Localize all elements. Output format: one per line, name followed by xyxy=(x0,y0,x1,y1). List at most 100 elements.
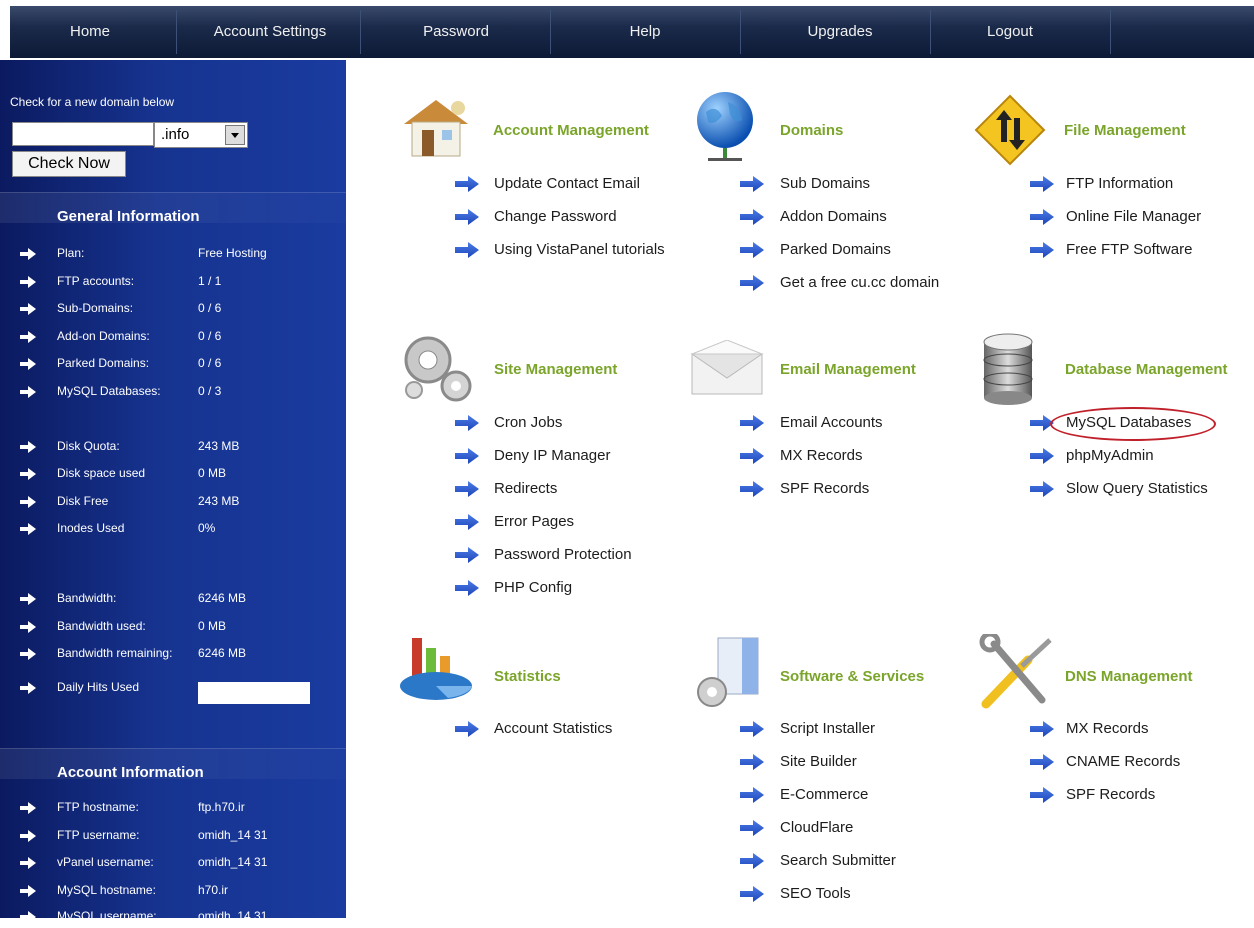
gears-icon[interactable] xyxy=(400,332,474,411)
arrow-icon xyxy=(20,357,36,370)
arrow-icon xyxy=(20,910,36,923)
info-label: Bandwidth remaining: xyxy=(57,646,173,660)
info-value: 0 / 3 xyxy=(198,384,222,398)
section-link[interactable]: CloudFlare xyxy=(780,819,853,836)
section-title[interactable]: Site Management xyxy=(494,361,617,378)
section-link[interactable]: Online File Manager xyxy=(1066,208,1201,225)
info-value: omidh_14 31 xyxy=(198,828,268,842)
database-icon[interactable] xyxy=(980,332,1036,411)
info-label: MySQL hostname: xyxy=(57,883,156,897)
nav-upgrades[interactable]: Upgrades xyxy=(750,6,930,58)
info-value: 243 MB xyxy=(198,439,240,453)
tld-select-value: .info xyxy=(161,126,190,143)
section-link[interactable]: SPF Records xyxy=(1066,786,1155,803)
arrow-icon xyxy=(1030,448,1054,464)
info-label: Bandwidth: xyxy=(57,591,117,605)
section-link[interactable]: Addon Domains xyxy=(780,208,887,225)
section-link[interactable]: MX Records xyxy=(1066,720,1149,737)
section-link[interactable]: phpMyAdmin xyxy=(1066,447,1154,464)
arrow-icon xyxy=(20,801,36,814)
section-title[interactable]: Domains xyxy=(780,122,843,139)
arrow-icon xyxy=(20,467,36,480)
section-link[interactable]: Password Protection xyxy=(494,546,632,563)
section-link[interactable]: MX Records xyxy=(780,447,863,464)
section-link[interactable]: SPF Records xyxy=(780,480,869,497)
section-link[interactable]: Script Installer xyxy=(780,720,875,737)
section-title[interactable]: Email Management xyxy=(780,361,916,378)
section-link[interactable]: FTP Information xyxy=(1066,175,1173,192)
section-link[interactable]: SEO Tools xyxy=(780,885,851,902)
arrow-icon xyxy=(20,681,36,694)
info-value: Free Hosting xyxy=(198,246,267,260)
arrow-icon xyxy=(20,275,36,288)
section-link[interactable]: Parked Domains xyxy=(780,241,891,258)
section-link[interactable]: Using VistaPanel tutorials xyxy=(494,241,665,258)
arrow-icon xyxy=(1030,242,1054,258)
house-icon[interactable] xyxy=(400,94,472,165)
info-value: h70.ir xyxy=(198,883,229,897)
section-link[interactable]: Change Password xyxy=(494,208,617,225)
arrow-icon xyxy=(740,481,764,497)
section-link[interactable]: Free FTP Software xyxy=(1066,241,1192,258)
arrow-icon xyxy=(740,754,764,770)
domain-search-input[interactable] xyxy=(12,122,154,146)
info-value: omidh_14 31 xyxy=(198,855,268,869)
section-link[interactable]: Redirects xyxy=(494,480,557,497)
section-title[interactable]: DNS Management xyxy=(1065,668,1193,685)
arrow-icon xyxy=(455,721,479,737)
info-value: ftp.h70.ir xyxy=(198,800,245,814)
info-value: 6246 MB xyxy=(198,646,247,660)
info-label: Add-on Domains: xyxy=(57,329,150,343)
arrow-icon xyxy=(740,886,764,902)
section-link[interactable]: Error Pages xyxy=(494,513,574,530)
section-title[interactable]: Database Management xyxy=(1065,361,1228,378)
transfer-sign-icon[interactable] xyxy=(974,94,1046,171)
section-link[interactable]: Account Statistics xyxy=(494,720,612,737)
check-now-button[interactable]: Check Now xyxy=(12,151,126,177)
info-label: FTP hostname: xyxy=(57,800,139,814)
section-title[interactable]: File Management xyxy=(1064,122,1186,139)
nav-divider xyxy=(930,10,931,54)
section-link[interactable]: Update Contact Email xyxy=(494,175,640,192)
section-link[interactable]: Sub Domains xyxy=(780,175,870,192)
nav-account-settings[interactable]: Account Settings xyxy=(180,6,360,58)
arrow-icon xyxy=(1030,721,1054,737)
tld-select[interactable]: .info xyxy=(154,122,248,148)
section-title[interactable]: Account Management xyxy=(493,122,649,139)
info-value: 243 MB xyxy=(198,494,240,508)
section-link[interactable]: Cron Jobs xyxy=(494,414,562,431)
arrow-icon xyxy=(20,856,36,869)
arrow-icon xyxy=(20,592,36,605)
section-title[interactable]: Statistics xyxy=(494,668,561,685)
arrow-icon xyxy=(740,448,764,464)
section-link[interactable]: E-Commerce xyxy=(780,786,868,803)
section-link[interactable]: Search Submitter xyxy=(780,852,896,869)
nav-home[interactable]: Home xyxy=(30,6,150,58)
software-box-icon[interactable] xyxy=(690,634,766,713)
section-link[interactable]: CNAME Records xyxy=(1066,753,1180,770)
section-link[interactable]: Get a free cu.cc domain xyxy=(780,274,939,291)
info-value: omidh_14 31 xyxy=(198,909,268,923)
top-bar: Home Account Settings Password Help Upgr… xyxy=(0,0,1254,60)
section-link[interactable]: Site Builder xyxy=(780,753,857,770)
chevron-down-icon[interactable] xyxy=(225,125,245,145)
section-link[interactable]: Slow Query Statistics xyxy=(1066,480,1208,497)
section-title[interactable]: Software & Services xyxy=(780,668,924,685)
info-label: Sub-Domains: xyxy=(57,301,134,315)
tools-icon[interactable] xyxy=(976,631,1056,717)
arrow-icon xyxy=(455,209,479,225)
arrow-icon xyxy=(20,247,36,260)
chart-icon[interactable] xyxy=(398,634,478,711)
nav-logout[interactable]: Logout xyxy=(940,6,1080,58)
section-link[interactable]: PHP Config xyxy=(494,579,572,596)
section-link[interactable]: Deny IP Manager xyxy=(494,447,610,464)
info-value: 0 / 6 xyxy=(198,329,222,343)
arrow-icon xyxy=(740,787,764,803)
arrow-icon xyxy=(740,275,764,291)
nav-password[interactable]: Password xyxy=(366,6,546,58)
section-link[interactable]: Email Accounts xyxy=(780,414,883,431)
nav-help[interactable]: Help xyxy=(560,6,730,58)
envelope-icon[interactable] xyxy=(690,339,764,401)
globe-icon[interactable] xyxy=(694,90,756,171)
info-label: Disk Free xyxy=(57,494,109,508)
